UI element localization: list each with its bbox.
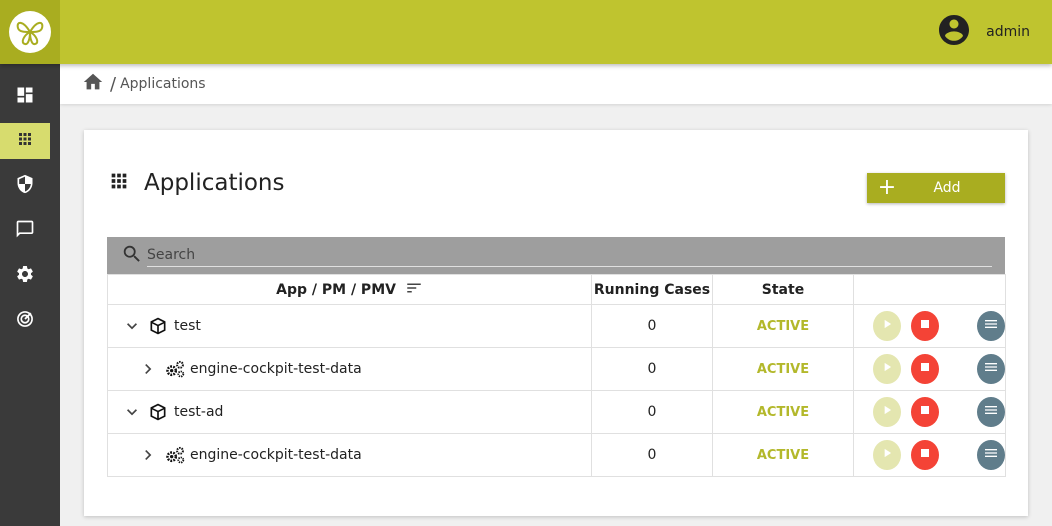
chevron-down-icon[interactable] [120, 314, 144, 338]
menu-button[interactable] [977, 311, 1005, 341]
stop-button[interactable] [910, 397, 939, 427]
start-button[interactable] [873, 397, 901, 427]
row-state: ACTIVE [712, 433, 854, 477]
sidebar-item-dashboard[interactable] [0, 79, 50, 115]
row-running-cases: 0 [591, 347, 713, 391]
stop-button[interactable] [910, 311, 939, 341]
user-menu[interactable]: admin [936, 0, 1030, 64]
message-icon [15, 219, 35, 243]
sort-icon[interactable] [405, 283, 423, 301]
play-icon [880, 317, 894, 335]
row-running-cases: 0 [591, 433, 713, 477]
sidebar-item-applications[interactable] [0, 123, 50, 159]
user-name[interactable]: admin [986, 24, 1030, 40]
home-icon[interactable] [82, 71, 104, 97]
dashboard-icon [15, 85, 35, 109]
chevron-down-icon[interactable] [120, 400, 144, 424]
breadcrumb-current: Applications [120, 76, 206, 92]
header-name-label: App / PM / PMV [276, 281, 396, 298]
row-state: ACTIVE [712, 390, 854, 434]
table-row[interactable]: test-ad 0 ACTIVE [107, 390, 1006, 434]
apps-grid-icon [108, 170, 130, 196]
table-header-row: App / PM / PMV Running Cases State [107, 274, 1006, 305]
top-bar: admin [0, 0, 1052, 64]
play-icon [880, 360, 894, 378]
account-circle-icon[interactable] [936, 12, 972, 52]
search-input[interactable] [147, 244, 992, 267]
menu-lines-icon [983, 445, 999, 465]
start-button[interactable] [873, 440, 901, 470]
row-state: ACTIVE [712, 304, 854, 348]
plus-icon: + [877, 175, 897, 200]
table-row[interactable]: test 0 ACTIVE [107, 304, 1006, 348]
gears-icon [164, 359, 186, 379]
chevron-right-icon[interactable] [136, 357, 160, 381]
table-row[interactable]: engine-cockpit-test-data 0 ACTIVE [107, 347, 1006, 391]
header-name[interactable]: App / PM / PMV [107, 274, 592, 305]
breadcrumb-separator: / [110, 73, 117, 95]
monitor-icon [15, 309, 35, 333]
start-button[interactable] [873, 311, 901, 341]
row-running-cases: 0 [591, 304, 713, 348]
menu-lines-icon [983, 359, 999, 379]
page-title: Applications [108, 170, 285, 196]
stop-icon [919, 318, 931, 334]
sidebar-item-messages[interactable] [0, 213, 50, 249]
play-icon [880, 403, 894, 421]
stop-icon [919, 447, 931, 463]
search-bar [107, 237, 1005, 274]
row-name: test [174, 318, 201, 334]
sidebar [0, 64, 60, 526]
row-name: engine-cockpit-test-data [190, 361, 362, 377]
add-button[interactable]: + Add [867, 173, 1005, 203]
applications-card: Applications + Add App / PM / PMV Runnin… [84, 130, 1028, 516]
package-icon [148, 316, 168, 336]
menu-button[interactable] [977, 354, 1005, 384]
menu-lines-icon [983, 402, 999, 422]
sidebar-item-security[interactable] [0, 168, 50, 204]
apps-grid-icon [16, 130, 34, 152]
table-row[interactable]: engine-cockpit-test-data 0 ACTIVE [107, 433, 1006, 477]
header-running-cases[interactable]: Running Cases [591, 274, 713, 305]
menu-button[interactable] [977, 397, 1005, 427]
play-icon [880, 446, 894, 464]
menu-button[interactable] [977, 440, 1005, 470]
sidebar-item-monitor[interactable] [0, 303, 50, 339]
header-actions [853, 274, 1006, 305]
search-icon [121, 243, 143, 269]
breadcrumb: / Applications [60, 64, 1052, 104]
chevron-right-icon[interactable] [136, 443, 160, 467]
start-button[interactable] [873, 354, 901, 384]
row-name: test-ad [174, 404, 224, 420]
row-running-cases: 0 [591, 390, 713, 434]
row-name: engine-cockpit-test-data [190, 447, 362, 463]
menu-lines-icon [983, 316, 999, 336]
shield-icon [15, 174, 35, 198]
gear-icon [15, 264, 35, 288]
applications-table: App / PM / PMV Running Cases State test … [107, 274, 1006, 477]
stop-button[interactable] [910, 354, 939, 384]
logo[interactable] [0, 0, 60, 64]
package-icon [148, 402, 168, 422]
stop-icon [919, 404, 931, 420]
add-button-label: Add [933, 180, 961, 196]
stop-button[interactable] [910, 440, 939, 470]
gears-icon [164, 445, 186, 465]
row-state: ACTIVE [712, 347, 854, 391]
butterfly-logo-icon [9, 11, 51, 53]
header-state[interactable]: State [712, 274, 854, 305]
page-title-text: Applications [144, 170, 285, 196]
sidebar-item-settings[interactable] [0, 258, 50, 294]
stop-icon [919, 361, 931, 377]
